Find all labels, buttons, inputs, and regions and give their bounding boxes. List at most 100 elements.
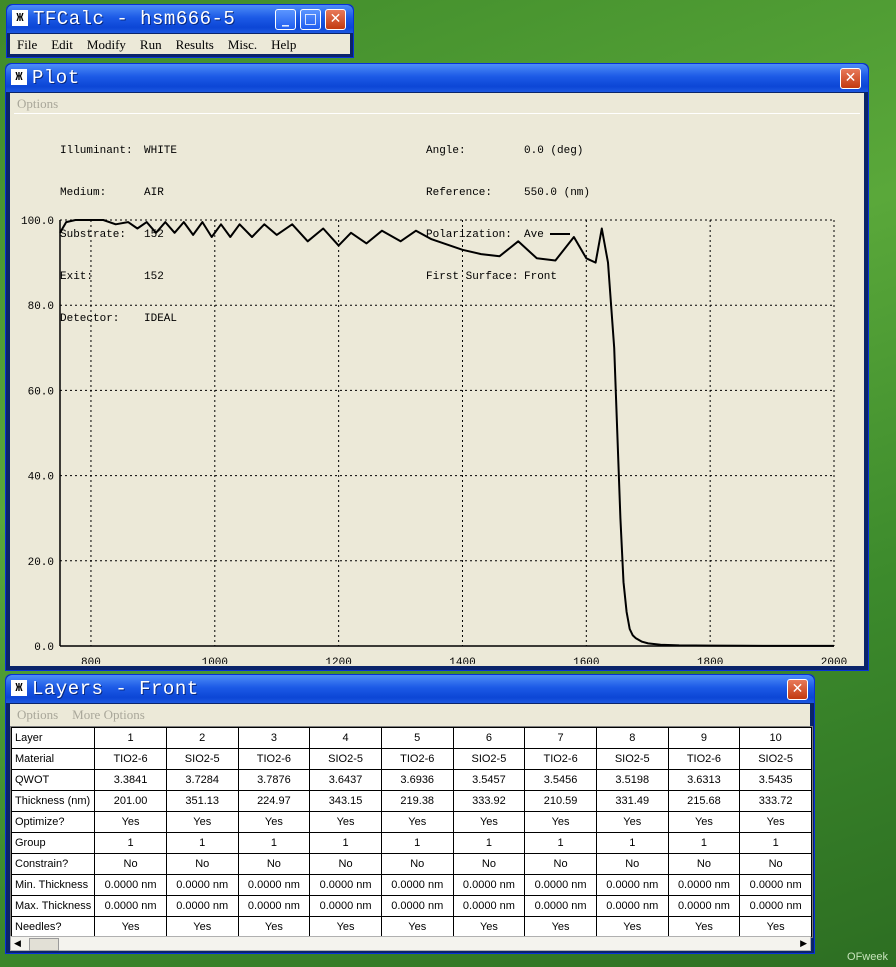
close-button[interactable]: ✕ [325,9,346,30]
table-cell[interactable]: 0.0000 nm [380,895,454,917]
table-cell[interactable]: Yes [380,811,454,833]
table-cell[interactable]: TIO2-6 [237,748,311,770]
table-cell[interactable]: 3.5435 [739,769,812,791]
table-cell[interactable]: 1 [452,832,526,854]
table-cell[interactable]: TIO2-6 [667,748,741,770]
table-cell[interactable]: 7 [524,727,597,749]
table-cell[interactable]: Yes [452,811,526,833]
layers-close-button[interactable]: ✕ [787,679,808,700]
table-cell[interactable]: 3.6313 [667,769,741,791]
table-cell[interactable]: No [667,853,741,875]
row-header[interactable]: Min. Thickness [11,874,96,896]
table-cell[interactable]: 0.0000 nm [524,895,597,917]
table-cell[interactable]: 333.72 [739,790,812,812]
minimize-button[interactable]: _ [275,9,296,30]
table-cell[interactable]: Yes [524,916,597,937]
table-cell[interactable]: 3.6936 [380,769,454,791]
table-cell[interactable]: No [380,853,454,875]
table-cell[interactable]: SIO2-5 [452,748,526,770]
table-cell[interactable]: 3.3841 [94,769,167,791]
table-cell[interactable]: 219.38 [380,790,454,812]
table-cell[interactable]: Yes [524,811,597,833]
table-cell[interactable]: 201.00 [94,790,167,812]
table-cell[interactable]: 210.59 [524,790,597,812]
table-cell[interactable]: 2 [165,727,239,749]
table-cell[interactable]: No [739,853,812,875]
table-cell[interactable]: 0.0000 nm [667,874,741,896]
table-cell[interactable]: 1 [237,832,311,854]
table-cell[interactable]: 6 [452,727,526,749]
table-cell[interactable]: 0.0000 nm [380,874,454,896]
row-header[interactable]: Material [11,748,96,770]
menu-results[interactable]: Results [169,34,221,53]
table-cell[interactable]: Yes [739,811,812,833]
table-cell[interactable]: Yes [309,916,382,937]
table-cell[interactable]: 0.0000 nm [94,874,167,896]
table-cell[interactable]: 0.0000 nm [524,874,597,896]
menu-edit[interactable]: Edit [44,34,80,53]
table-cell[interactable]: 3.6437 [309,769,382,791]
row-header[interactable]: Constrain? [11,853,96,875]
table-cell[interactable]: 10 [739,727,812,749]
row-header[interactable]: Max. Thickness [11,895,96,917]
table-cell[interactable]: Yes [165,811,239,833]
table-cell[interactable]: No [94,853,167,875]
layers-grid[interactable]: Layer 1 2 3 4 5 6 7 8 9 10 Material TIO2-6 SIO2-5 TIO2… [10,726,813,938]
table-cell[interactable]: Yes [165,916,239,937]
table-cell[interactable]: 0.0000 nm [165,874,239,896]
table-cell[interactable]: 0.0000 nm [309,874,382,896]
table-cell[interactable]: Yes [595,811,669,833]
table-cell[interactable]: 0.0000 nm [452,874,526,896]
table-cell[interactable]: SIO2-5 [309,748,382,770]
row-header[interactable]: Group [11,832,96,854]
layers-menu-more-options[interactable]: More Options [65,704,152,723]
table-cell[interactable]: SIO2-5 [595,748,669,770]
table-cell[interactable]: No [165,853,239,875]
table-cell[interactable]: 8 [595,727,669,749]
table-cell[interactable]: 0.0000 nm [94,895,167,917]
table-cell[interactable]: Yes [667,811,741,833]
row-header[interactable]: QWOT [11,769,96,791]
table-cell[interactable]: No [452,853,526,875]
tfcalc-app-icon[interactable]: Ж [12,10,28,26]
table-cell[interactable]: 333.92 [452,790,526,812]
table-cell[interactable]: 1 [94,832,167,854]
table-cell[interactable]: 1 [94,727,167,749]
menu-file[interactable]: File [10,34,44,53]
table-cell[interactable]: 331.49 [595,790,669,812]
row-header[interactable]: Needles? [11,916,96,937]
layers-horizontal-scrollbar[interactable]: ◀ ▶ [10,936,811,951]
table-cell[interactable]: 9 [667,727,741,749]
table-cell[interactable]: Yes [237,916,311,937]
table-cell[interactable]: Yes [452,916,526,937]
menu-modify[interactable]: Modify [80,34,133,53]
plot-window-icon[interactable]: Ж [11,69,27,85]
table-cell[interactable]: Yes [739,916,812,937]
table-cell[interactable]: 3.5457 [452,769,526,791]
plot-close-button[interactable]: ✕ [840,68,861,89]
main-titlebar[interactable]: Ж TFCalc - hsm666-5 _ □ ✕ [7,5,353,33]
row-header[interactable]: Optimize? [11,811,96,833]
table-cell[interactable]: 3.5456 [524,769,597,791]
maximize-button[interactable]: □ [300,9,321,30]
table-cell[interactable]: 0.0000 nm [452,895,526,917]
table-cell[interactable]: 3.5198 [595,769,669,791]
row-header[interactable]: Thickness (nm) [11,790,96,812]
table-cell[interactable]: 0.0000 nm [739,874,812,896]
plot-titlebar[interactable]: Ж Plot ✕ [6,64,868,92]
table-cell[interactable]: 3 [237,727,311,749]
table-cell[interactable]: SIO2-5 [739,748,812,770]
table-cell[interactable]: No [309,853,382,875]
table-cell[interactable]: 3.7284 [165,769,239,791]
table-cell[interactable]: Yes [237,811,311,833]
table-cell[interactable]: 1 [380,832,454,854]
table-cell[interactable]: Yes [94,916,167,937]
layers-menu-options[interactable]: Options [10,704,65,723]
table-cell[interactable]: 215.68 [667,790,741,812]
table-cell[interactable]: 351.13 [165,790,239,812]
table-cell[interactable]: Yes [595,916,669,937]
table-cell[interactable]: 0.0000 nm [237,874,311,896]
table-cell[interactable]: 0.0000 nm [237,895,311,917]
table-cell[interactable]: No [595,853,669,875]
table-cell[interactable]: 343.15 [309,790,382,812]
